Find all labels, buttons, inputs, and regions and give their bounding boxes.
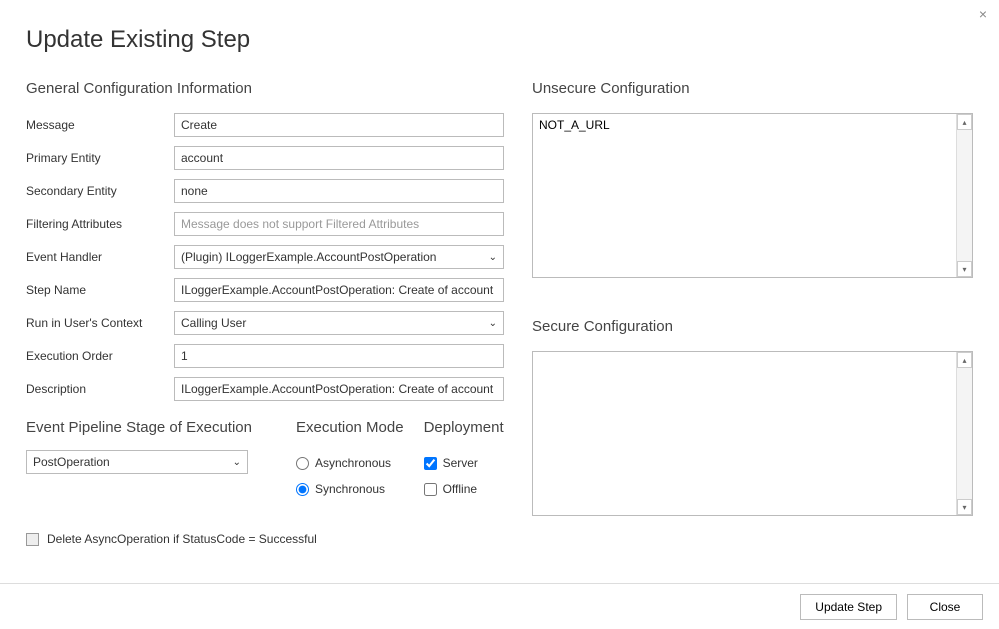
secure-heading: Secure Configuration xyxy=(532,318,973,335)
offline-label: Offline xyxy=(443,482,477,496)
secure-config-textarea[interactable] xyxy=(533,352,956,515)
step-name-input[interactable] xyxy=(174,278,504,302)
message-input[interactable] xyxy=(174,113,504,137)
chevron-down-icon: ⌄ xyxy=(489,252,497,263)
scroll-up-icon[interactable]: ▴ xyxy=(957,114,972,130)
close-icon[interactable]: × xyxy=(979,6,987,22)
secure-config-wrapper: ▴ ▾ xyxy=(532,351,973,516)
event-handler-value: (Plugin) ILoggerExample.AccountPostOpera… xyxy=(181,250,489,264)
scroll-down-icon[interactable]: ▾ xyxy=(957,499,972,515)
close-button[interactable]: Close xyxy=(907,594,983,620)
label-filtering-attributes: Filtering Attributes xyxy=(26,217,174,231)
secondary-entity-input[interactable] xyxy=(174,179,504,203)
unsecure-heading: Unsecure Configuration xyxy=(532,80,973,97)
sync-radio[interactable] xyxy=(296,483,309,496)
page-title: Update Existing Step xyxy=(26,26,973,54)
primary-entity-input[interactable] xyxy=(174,146,504,170)
async-radio[interactable] xyxy=(296,457,309,470)
label-user-context: Run in User's Context xyxy=(26,316,174,330)
general-heading: General Configuration Information xyxy=(26,80,504,97)
unsecure-config-textarea[interactable] xyxy=(533,114,956,277)
label-event-handler: Event Handler xyxy=(26,250,174,264)
async-label: Asynchronous xyxy=(315,456,391,470)
execution-mode-heading: Execution Mode xyxy=(296,419,404,436)
server-label: Server xyxy=(443,456,478,470)
pipeline-heading: Event Pipeline Stage of Execution xyxy=(26,419,276,436)
deployment-heading: Deployment xyxy=(424,419,504,436)
label-description: Description xyxy=(26,382,174,396)
delete-async-label: Delete AsyncOperation if StatusCode = Su… xyxy=(47,532,317,546)
scrollbar: ▴ ▾ xyxy=(956,352,972,515)
scrollbar: ▴ ▾ xyxy=(956,114,972,277)
chevron-down-icon: ⌄ xyxy=(489,318,497,329)
label-message: Message xyxy=(26,118,174,132)
filtering-attributes-input xyxy=(174,212,504,236)
scroll-down-icon[interactable]: ▾ xyxy=(957,261,972,277)
footer: Update Step Close xyxy=(0,583,999,629)
pipeline-stage-value: PostOperation xyxy=(33,455,233,469)
sync-label: Synchronous xyxy=(315,482,385,496)
chevron-down-icon: ⌄ xyxy=(233,457,241,468)
label-primary-entity: Primary Entity xyxy=(26,151,174,165)
right-column: Unsecure Configuration ▴ ▾ Secure Config… xyxy=(532,80,973,546)
offline-checkbox[interactable] xyxy=(424,483,437,496)
label-secondary-entity: Secondary Entity xyxy=(26,184,174,198)
user-context-select[interactable]: Calling User ⌄ xyxy=(174,311,504,335)
label-execution-order: Execution Order xyxy=(26,349,174,363)
delete-async-checkbox[interactable] xyxy=(26,533,39,546)
description-input[interactable] xyxy=(174,377,504,401)
unsecure-config-wrapper: ▴ ▾ xyxy=(532,113,973,278)
left-column: General Configuration Information Messag… xyxy=(26,80,504,546)
execution-order-input[interactable] xyxy=(174,344,504,368)
event-handler-select[interactable]: (Plugin) ILoggerExample.AccountPostOpera… xyxy=(174,245,504,269)
user-context-value: Calling User xyxy=(181,316,489,330)
label-step-name: Step Name xyxy=(26,283,174,297)
update-step-button[interactable]: Update Step xyxy=(800,594,897,620)
pipeline-stage-select[interactable]: PostOperation ⌄ xyxy=(26,450,248,474)
scroll-up-icon[interactable]: ▴ xyxy=(957,352,972,368)
server-checkbox[interactable] xyxy=(424,457,437,470)
dialog-body: Update Existing Step General Configurati… xyxy=(0,0,999,546)
